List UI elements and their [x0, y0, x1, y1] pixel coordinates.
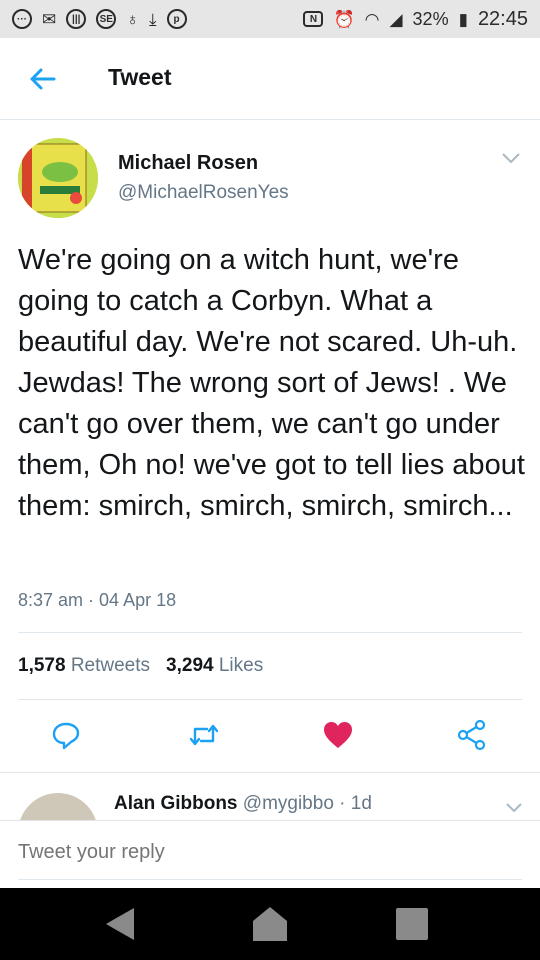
author-avatar[interactable] — [18, 138, 98, 218]
nav-home-button[interactable] — [250, 904, 290, 944]
like-button[interactable] — [318, 715, 358, 755]
system-nav-bar — [0, 888, 540, 960]
back-arrow-icon — [30, 68, 56, 90]
heart-icon — [324, 722, 352, 748]
status-icons-left: ··· ✉ ||| SE ♁ ⤓ p — [12, 9, 187, 29]
battery-icon: ▮ — [458, 9, 468, 29]
download-icon: ⤓ — [149, 9, 157, 29]
reply-composer — [0, 820, 540, 888]
retweet-button[interactable] — [184, 715, 224, 755]
signal-icon: ◢ — [389, 9, 403, 29]
status-icons-right: N ⏰ ◠ ◢ 32% ▮ 22:45 — [303, 8, 528, 31]
share-icon — [457, 719, 486, 751]
share-button[interactable] — [452, 715, 492, 755]
wifi-icon: ◠ — [364, 9, 380, 29]
divider — [18, 699, 522, 700]
nfc-icon: N — [303, 11, 324, 27]
contactless-icon: ||| — [66, 9, 87, 29]
divider — [18, 632, 522, 633]
tweet-text: We're going on a witch hunt, we're going… — [18, 244, 525, 522]
tweet-stats: 1,578 Retweets 3,294 Likes — [18, 655, 263, 677]
nav-recents-button[interactable] — [392, 904, 432, 944]
mail-icon: ✉ — [42, 9, 57, 29]
clock: 22:45 — [477, 7, 528, 30]
retweets-label: Retweets — [70, 655, 151, 676]
page-title: Tweet — [108, 64, 172, 90]
retweet-icon — [189, 724, 219, 746]
likes-stat[interactable]: 3,294 Likes — [166, 655, 263, 677]
top-app-bar: Tweet — [0, 38, 540, 120]
chevron-down-icon — [502, 153, 520, 164]
se-icon: SE — [96, 9, 117, 29]
reply-options-button[interactable] — [504, 801, 524, 815]
tweet-timestamp: 8:37 am · 04 Apr 18 — [18, 590, 177, 610]
reply-handle-meta: @mygibbo · 1d — [242, 793, 372, 814]
author-handle[interactable]: @MichaelRosenYes — [118, 182, 289, 204]
likes-label: Likes — [218, 655, 264, 676]
status-bar: ··· ✉ ||| SE ♁ ⤓ p N ⏰ ◠ ◢ 32% ▮ 22:45 — [0, 0, 540, 38]
reply-input[interactable] — [18, 841, 520, 864]
likes-count: 3,294 — [166, 655, 214, 676]
reply-author-name: Alan Gibbons — [114, 793, 238, 814]
reply-author[interactable]: Alan Gibbons @mygibbo · 1d — [114, 793, 372, 815]
input-underline — [18, 879, 522, 880]
pinterest-icon: p — [166, 9, 187, 29]
battery-percent: 32% — [412, 8, 449, 29]
alarm-icon: ⏰ — [333, 9, 355, 29]
reply-preview[interactable]: Alan Gibbons @mygibbo · 1d — [0, 772, 540, 823]
triangle-back-icon — [106, 908, 134, 940]
home-icon — [253, 907, 287, 941]
square-recents-icon — [396, 908, 428, 940]
chevron-down-icon — [506, 803, 522, 813]
more-icon: ··· — [12, 9, 32, 29]
back-button[interactable] — [26, 62, 60, 96]
reply-icon — [52, 722, 80, 750]
book-cover-image — [18, 138, 98, 218]
reply-avatar[interactable] — [18, 793, 98, 823]
retweets-stat[interactable]: 1,578 Retweets — [18, 655, 150, 677]
retweets-count: 1,578 — [18, 655, 66, 676]
reply-button[interactable] — [46, 715, 86, 755]
author-name[interactable]: Michael Rosen — [118, 152, 258, 175]
bulb-icon: ♁ — [126, 9, 139, 29]
nav-back-button[interactable] — [100, 904, 140, 944]
tweet-actions — [0, 715, 540, 761]
tweet-options-button[interactable] — [500, 150, 522, 166]
